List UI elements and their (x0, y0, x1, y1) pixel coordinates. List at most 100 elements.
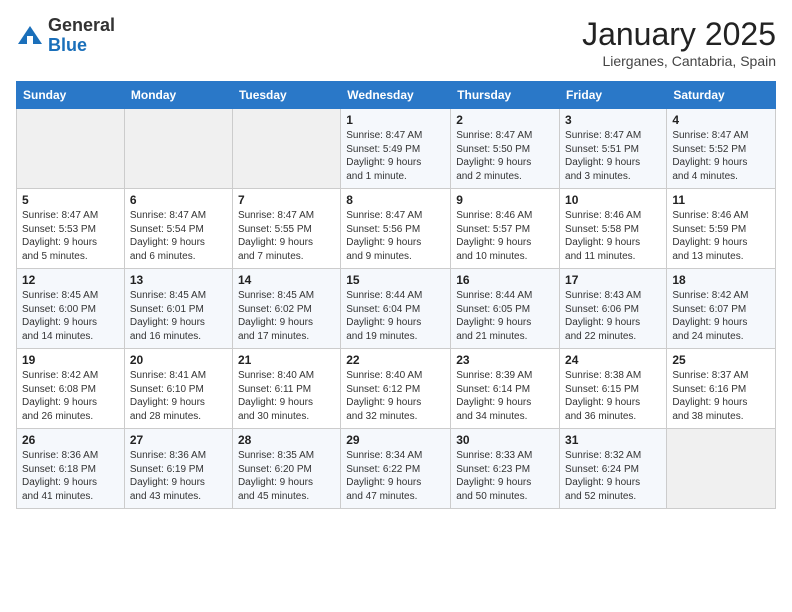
col-header-monday: Monday (124, 82, 232, 109)
day-info: Sunrise: 8:34 AM Sunset: 6:22 PM Dayligh… (346, 449, 445, 503)
calendar-cell: 29Sunrise: 8:34 AM Sunset: 6:22 PM Dayli… (341, 429, 451, 509)
day-number: 1 (346, 113, 445, 127)
calendar-week-row: 26 Sunrise: 8:36 AM Sunset: 6:18 PM Dayli… (17, 429, 776, 509)
day-number: 10 (565, 193, 661, 207)
day-number: 21 (238, 353, 335, 367)
day-info: Sunrise: 8:40 AM Sunset: 6:12 PM Dayligh… (346, 369, 445, 423)
calendar-table: SundayMondayTuesdayWednesdayThursdayFrid… (16, 81, 776, 509)
day-number: 26 (22, 433, 119, 447)
day-info: Sunrise: 8:36 AM Sunset: 6:18 PM Dayligh… (22, 449, 119, 503)
calendar-cell: 28Sunrise: 8:35 AM Sunset: 6:20 PM Dayli… (232, 429, 340, 509)
day-info: Sunrise: 8:35 AM Sunset: 6:20 PM Dayligh… (238, 449, 335, 503)
calendar-cell: 22 Sunrise: 8:40 AM Sunset: 6:12 PM Dayli… (341, 349, 451, 429)
day-number: 13 (130, 273, 227, 287)
day-number: 17 (565, 273, 661, 287)
calendar-cell: 8 Sunrise: 8:47 AM Sunset: 5:56 PM Daylig… (341, 189, 451, 269)
calendar-cell: 3Sunrise: 8:47 AM Sunset: 5:51 PM Daylig… (560, 109, 667, 189)
day-number: 20 (130, 353, 227, 367)
calendar-week-row: 5 Sunrise: 8:47 AM Sunset: 5:53 PM Daylig… (17, 189, 776, 269)
day-info: Sunrise: 8:47 AM Sunset: 5:53 PM Dayligh… (22, 209, 119, 263)
calendar-cell: 19Sunrise: 8:42 AM Sunset: 6:08 PM Dayli… (17, 349, 125, 429)
calendar-cell: 21 Sunrise: 8:40 AM Sunset: 6:11 PM Dayli… (232, 349, 340, 429)
calendar-cell: 7 Sunrise: 8:47 AM Sunset: 5:55 PM Daylig… (232, 189, 340, 269)
day-info: Sunrise: 8:45 AM Sunset: 6:02 PM Dayligh… (238, 289, 335, 343)
day-number: 24 (565, 353, 661, 367)
day-info: Sunrise: 8:47 AM Sunset: 5:52 PM Dayligh… (672, 129, 770, 183)
day-info: Sunrise: 8:40 AM Sunset: 6:11 PM Dayligh… (238, 369, 335, 423)
calendar-cell: 26 Sunrise: 8:36 AM Sunset: 6:18 PM Dayli… (17, 429, 125, 509)
day-info: Sunrise: 8:47 AM Sunset: 5:50 PM Dayligh… (456, 129, 554, 183)
calendar-cell (667, 429, 776, 509)
day-number: 4 (672, 113, 770, 127)
day-info: Sunrise: 8:42 AM Sunset: 6:08 PM Dayligh… (22, 369, 119, 423)
calendar-cell: 9Sunrise: 8:46 AM Sunset: 5:57 PM Daylig… (451, 189, 560, 269)
day-info: Sunrise: 8:45 AM Sunset: 6:01 PM Dayligh… (130, 289, 227, 343)
calendar-cell (17, 109, 125, 189)
col-header-tuesday: Tuesday (232, 82, 340, 109)
day-number: 23 (456, 353, 554, 367)
day-number: 18 (672, 273, 770, 287)
day-number: 30 (456, 433, 554, 447)
day-number: 14 (238, 273, 335, 287)
calendar-cell: 17 Sunrise: 8:43 AM Sunset: 6:06 PM Dayli… (560, 269, 667, 349)
logo-icon (16, 22, 44, 50)
calendar-cell: 6 Sunrise: 8:47 AM Sunset: 5:54 PM Daylig… (124, 189, 232, 269)
day-info: Sunrise: 8:47 AM Sunset: 5:49 PM Dayligh… (346, 129, 445, 183)
calendar-week-row: 12Sunrise: 8:45 AM Sunset: 6:00 PM Dayli… (17, 269, 776, 349)
day-info: Sunrise: 8:47 AM Sunset: 5:55 PM Dayligh… (238, 209, 335, 263)
location-text: Lierganes, Cantabria, Spain (582, 53, 776, 69)
calendar-cell (232, 109, 340, 189)
day-number: 2 (456, 113, 554, 127)
calendar-week-row: 19Sunrise: 8:42 AM Sunset: 6:08 PM Dayli… (17, 349, 776, 429)
calendar-cell: 4 Sunrise: 8:47 AM Sunset: 5:52 PM Daylig… (667, 109, 776, 189)
col-header-saturday: Saturday (667, 82, 776, 109)
calendar-cell: 30Sunrise: 8:33 AM Sunset: 6:23 PM Dayli… (451, 429, 560, 509)
day-number: 6 (130, 193, 227, 207)
day-info: Sunrise: 8:46 AM Sunset: 5:58 PM Dayligh… (565, 209, 661, 263)
calendar-week-row: 1 Sunrise: 8:47 AM Sunset: 5:49 PM Daylig… (17, 109, 776, 189)
col-header-thursday: Thursday (451, 82, 560, 109)
logo: General Blue (16, 16, 115, 56)
day-info: Sunrise: 8:38 AM Sunset: 6:15 PM Dayligh… (565, 369, 661, 423)
calendar-cell: 13 Sunrise: 8:45 AM Sunset: 6:01 PM Dayli… (124, 269, 232, 349)
calendar-cell: 1 Sunrise: 8:47 AM Sunset: 5:49 PM Daylig… (341, 109, 451, 189)
logo-general-text: General (48, 16, 115, 36)
day-info: Sunrise: 8:46 AM Sunset: 5:57 PM Dayligh… (456, 209, 554, 263)
day-number: 22 (346, 353, 445, 367)
calendar-cell: 25Sunrise: 8:37 AM Sunset: 6:16 PM Dayli… (667, 349, 776, 429)
day-info: Sunrise: 8:32 AM Sunset: 6:24 PM Dayligh… (565, 449, 661, 503)
calendar-cell: 20 Sunrise: 8:41 AM Sunset: 6:10 PM Dayli… (124, 349, 232, 429)
calendar-header-row: SundayMondayTuesdayWednesdayThursdayFrid… (17, 82, 776, 109)
day-info: Sunrise: 8:37 AM Sunset: 6:16 PM Dayligh… (672, 369, 770, 423)
calendar-cell: 12Sunrise: 8:45 AM Sunset: 6:00 PM Dayli… (17, 269, 125, 349)
day-info: Sunrise: 8:47 AM Sunset: 5:56 PM Dayligh… (346, 209, 445, 263)
calendar-cell: 16Sunrise: 8:44 AM Sunset: 6:05 PM Dayli… (451, 269, 560, 349)
day-info: Sunrise: 8:47 AM Sunset: 5:54 PM Dayligh… (130, 209, 227, 263)
calendar-cell: 10 Sunrise: 8:46 AM Sunset: 5:58 PM Dayli… (560, 189, 667, 269)
col-header-friday: Friday (560, 82, 667, 109)
day-info: Sunrise: 8:45 AM Sunset: 6:00 PM Dayligh… (22, 289, 119, 343)
day-info: Sunrise: 8:42 AM Sunset: 6:07 PM Dayligh… (672, 289, 770, 343)
col-header-sunday: Sunday (17, 82, 125, 109)
day-number: 27 (130, 433, 227, 447)
day-info: Sunrise: 8:41 AM Sunset: 6:10 PM Dayligh… (130, 369, 227, 423)
calendar-cell (124, 109, 232, 189)
calendar-cell: 23 Sunrise: 8:39 AM Sunset: 6:14 PM Dayli… (451, 349, 560, 429)
day-number: 7 (238, 193, 335, 207)
day-number: 16 (456, 273, 554, 287)
calendar-cell: 18 Sunrise: 8:42 AM Sunset: 6:07 PM Dayli… (667, 269, 776, 349)
calendar-cell: 5 Sunrise: 8:47 AM Sunset: 5:53 PM Daylig… (17, 189, 125, 269)
day-info: Sunrise: 8:39 AM Sunset: 6:14 PM Dayligh… (456, 369, 554, 423)
title-block: January 2025 Lierganes, Cantabria, Spain (582, 16, 776, 69)
calendar-cell: 15Sunrise: 8:44 AM Sunset: 6:04 PM Dayli… (341, 269, 451, 349)
day-number: 8 (346, 193, 445, 207)
logo-blue-text: Blue (48, 36, 115, 56)
calendar-cell: 2 Sunrise: 8:47 AM Sunset: 5:50 PM Daylig… (451, 109, 560, 189)
day-number: 5 (22, 193, 119, 207)
day-info: Sunrise: 8:43 AM Sunset: 6:06 PM Dayligh… (565, 289, 661, 343)
calendar-cell: 27Sunrise: 8:36 AM Sunset: 6:19 PM Dayli… (124, 429, 232, 509)
col-header-wednesday: Wednesday (341, 82, 451, 109)
page-header: General Blue January 2025 Lierganes, Can… (16, 16, 776, 69)
calendar-cell: 24 Sunrise: 8:38 AM Sunset: 6:15 PM Dayli… (560, 349, 667, 429)
calendar-cell: 11Sunrise: 8:46 AM Sunset: 5:59 PM Dayli… (667, 189, 776, 269)
